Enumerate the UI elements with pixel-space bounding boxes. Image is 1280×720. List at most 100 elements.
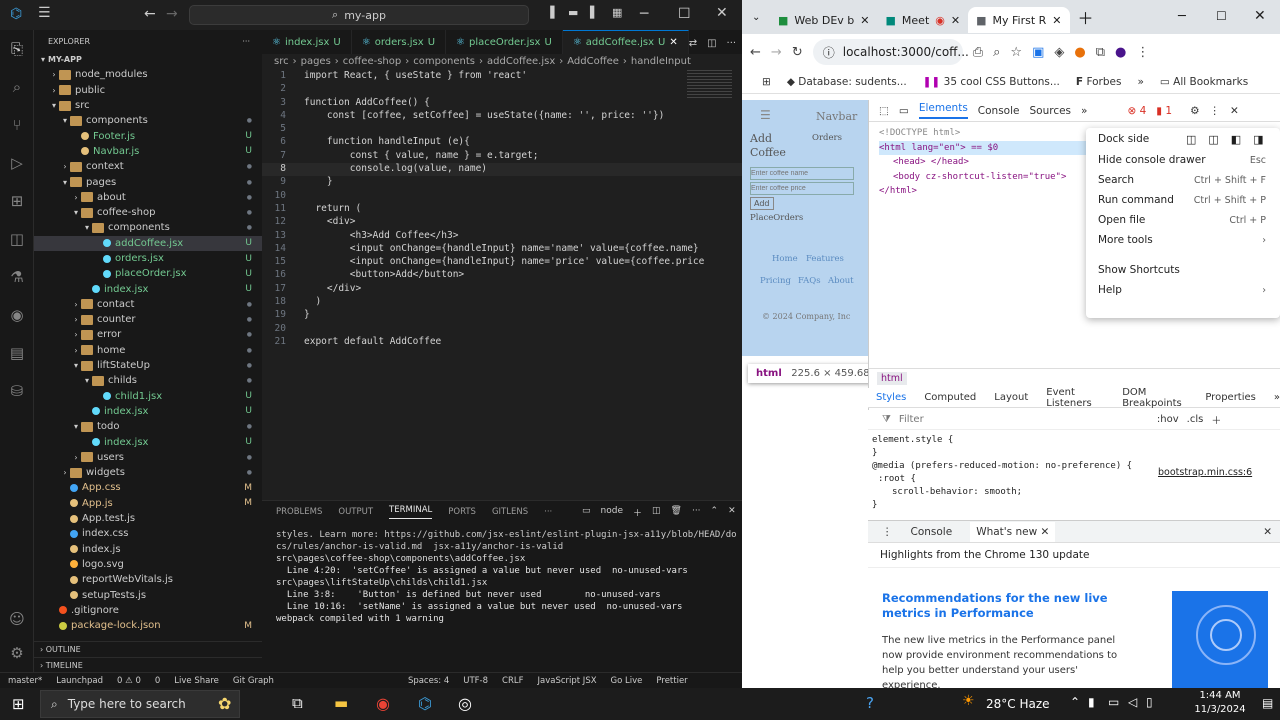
bookmark-star-icon[interactable]: ☆ xyxy=(1010,45,1022,60)
file-tree-item[interactable]: › context ● xyxy=(34,159,262,174)
file-tree-item[interactable]: › node_modules xyxy=(34,67,262,82)
file-tree-item[interactable]: › about ● xyxy=(34,190,262,205)
editor-tab[interactable]: ⚛ orders.jsx U xyxy=(352,30,447,54)
file-tree-item[interactable]: › widgets ● xyxy=(34,465,262,480)
file-tree-item[interactable]: index.jsx U xyxy=(34,281,262,296)
windows-start-icon[interactable]: ⊞ xyxy=(12,695,25,713)
toggle-sidebar-icon[interactable]: ▐ xyxy=(546,6,554,19)
file-tree-item[interactable]: ▾ src xyxy=(34,98,262,113)
tab-elements[interactable]: Elements xyxy=(918,102,968,119)
editor-tab[interactable]: ⚛ index.jsx U xyxy=(262,30,352,54)
close-tab-icon[interactable]: ✕ xyxy=(1052,14,1061,27)
file-tree-item[interactable]: .gitignore xyxy=(34,603,262,618)
tab-console[interactable]: Console xyxy=(978,105,1020,117)
file-tree-item[interactable]: addCoffee.jsx U xyxy=(34,235,262,251)
file-tree-item[interactable]: ▾ components ● xyxy=(34,220,262,235)
chrome-minimize-icon[interactable]: ─ xyxy=(1178,9,1186,24)
terminal-output[interactable]: styles. Learn more: https://github.com/j… xyxy=(262,523,742,631)
file-tree-item[interactable]: Navbar.js U xyxy=(34,144,262,159)
add-terminal-icon[interactable]: ＋ xyxy=(633,506,642,519)
status-item[interactable]: 0 ⚠ 0 xyxy=(117,676,141,686)
weather-text[interactable]: 28°C Haze xyxy=(986,697,1050,711)
timeline-section[interactable]: › TIMELINE xyxy=(34,657,262,672)
profile-avatar[interactable]: ● xyxy=(1115,45,1126,60)
file-tree-item[interactable]: › public xyxy=(34,83,262,98)
menu-icon[interactable]: ☰ xyxy=(38,5,51,21)
styles-tab[interactable]: Event Listeners xyxy=(1046,387,1104,409)
status-item[interactable]: Prettier xyxy=(656,676,687,686)
editor-tab[interactable]: ⚛ placeOrder.jsx U xyxy=(446,30,563,54)
trash-icon[interactable]: 🗑 xyxy=(671,506,682,519)
file-tree-item[interactable]: placeOrder.jsx U xyxy=(34,266,262,281)
drawer-tab-whats-new[interactable]: What's new ✕ xyxy=(970,521,1056,542)
clock-date[interactable]: 11/3/2024 xyxy=(1190,704,1250,715)
add-button[interactable]: Add xyxy=(750,197,774,210)
manage-gear-icon[interactable]: ⚙ xyxy=(0,634,34,672)
file-tree-item[interactable]: App.test.js xyxy=(34,511,262,526)
file-tree-item[interactable]: › users ● xyxy=(34,450,262,465)
status-item[interactable]: Go Live xyxy=(611,676,643,686)
extension-icon[interactable]: ◈ xyxy=(1054,45,1064,60)
close-tab-icon[interactable]: ✕ xyxy=(860,14,869,27)
forward-icon[interactable]: → xyxy=(771,45,782,60)
file-tree-item[interactable]: ▾ todo ● xyxy=(34,419,262,434)
split-terminal-icon[interactable]: ◫ xyxy=(652,506,661,519)
layout-icon[interactable]: ▦ xyxy=(612,6,622,19)
styles-tab[interactable]: Layout xyxy=(994,392,1028,403)
inspect-element-icon[interactable]: ⬚ xyxy=(879,105,889,117)
breadcrumb-html[interactable]: html xyxy=(877,372,907,385)
breadcrumb-item[interactable]: pages xyxy=(301,56,331,67)
file-tree-item[interactable]: App.css M xyxy=(34,480,262,495)
maximize-panel-icon[interactable]: ⌃ xyxy=(711,506,719,519)
code-area[interactable]: 1 import React, { useState } from 'react'… xyxy=(262,68,742,349)
reload-icon[interactable]: ↻ xyxy=(792,45,803,60)
filter-input[interactable]: Filter xyxy=(899,414,1149,425)
close-tab-icon[interactable]: ✕ xyxy=(951,14,960,27)
file-tree-item[interactable]: ▾ liftStateUp ● xyxy=(34,358,262,373)
tab-sources[interactable]: Sources xyxy=(1029,105,1071,117)
all-bookmarks[interactable]: ▭ All Bookmarks xyxy=(1160,76,1248,88)
bookmark-database[interactable]: ◆ Database: sudents... xyxy=(787,76,907,88)
breadcrumb-item[interactable]: src xyxy=(274,56,289,67)
file-tree-item[interactable]: ▾ components ● xyxy=(34,113,262,128)
battery-icon[interactable]: ▯ xyxy=(1146,695,1153,709)
file-tree-item[interactable]: › counter ● xyxy=(34,312,262,327)
file-tree-item[interactable]: ▾ coffee-shop ● xyxy=(34,205,262,220)
tab-search-icon[interactable]: ⌄ xyxy=(752,12,770,23)
outline-section[interactable]: › OUTLINE xyxy=(34,641,262,656)
file-tree-item[interactable]: ▾ pages ● xyxy=(34,174,262,189)
chrome-tab[interactable]: ■ Meet ◉ ✕ xyxy=(878,7,969,33)
footer-link-faqs[interactable]: FAQs xyxy=(798,276,821,286)
chrome-maximize-icon[interactable]: ☐ xyxy=(1216,9,1227,23)
device-toolbar-icon[interactable]: ▭ xyxy=(899,105,909,117)
footer-link-pricing[interactable]: Pricing xyxy=(760,276,791,286)
error-count[interactable]: ⊗ 4 xyxy=(1127,105,1146,117)
new-rule-icon[interactable]: ＋ xyxy=(1211,412,1221,427)
panel-tab[interactable]: PORTS xyxy=(448,507,476,517)
status-item[interactable]: Git Graph xyxy=(233,676,274,686)
menu-item[interactable]: Help › xyxy=(1086,280,1280,300)
panel-tab[interactable]: PROBLEMS xyxy=(276,507,322,517)
volume-icon[interactable]: ◁ xyxy=(1128,695,1137,709)
task-view-icon[interactable]: ⧉ xyxy=(292,694,303,712)
drawer-article-title[interactable]: Recommendations for the new live metrics… xyxy=(882,591,1152,621)
file-tree-item[interactable]: Footer.js U xyxy=(34,128,262,143)
menu-item[interactable]: Search Ctrl + Shift + F xyxy=(1086,170,1280,190)
dock-options-icon[interactable]: ◫◫◧◨ xyxy=(1186,133,1276,146)
close-tab-icon[interactable]: ✕ xyxy=(669,37,677,48)
file-tree-item[interactable]: child1.jsx U xyxy=(34,389,262,404)
close-devtools-icon[interactable]: ✕ xyxy=(1230,105,1239,117)
more-icon[interactable]: ··· xyxy=(692,506,701,519)
status-item[interactable]: UTF-8 xyxy=(463,676,488,686)
footer-link-about[interactable]: About xyxy=(828,276,854,286)
search-highlight-icon[interactable]: ✿ xyxy=(218,694,231,713)
chrome-taskbar-icon[interactable]: ◉ xyxy=(376,694,390,713)
footer-link-features[interactable]: Features xyxy=(806,254,844,264)
footer-link-home[interactable]: Home xyxy=(772,254,798,264)
status-item[interactable]: CRLF xyxy=(502,676,523,686)
menu-item[interactable]: More tools › xyxy=(1086,230,1280,250)
file-tree-item[interactable]: index.js xyxy=(34,542,262,557)
warning-count[interactable]: ▮ 1 xyxy=(1156,105,1172,117)
menu-item[interactable]: Show Shortcuts xyxy=(1086,260,1280,280)
vscode-taskbar-icon[interactable]: ⌬ xyxy=(418,694,432,713)
